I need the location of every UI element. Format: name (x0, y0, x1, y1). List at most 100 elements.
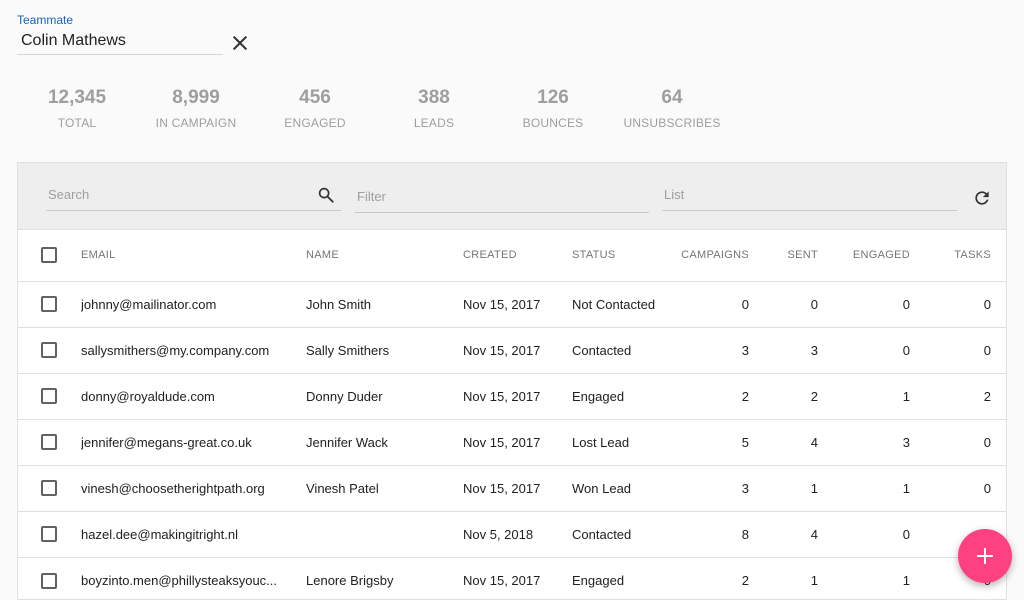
cell-sent: 0 (810, 296, 818, 312)
cell-tasks: 2 (983, 388, 991, 404)
cell-email: vinesh@choosetherightpath.org (81, 480, 265, 496)
col-status[interactable]: STATUS (572, 230, 672, 281)
cell-sent: 4 (810, 434, 818, 450)
col-name[interactable]: NAME (306, 230, 463, 281)
cell-campaigns: 3 (741, 480, 749, 496)
col-tasks[interactable]: TASKS (910, 230, 1006, 281)
table-row[interactable]: vinesh@choosetherightpath.org Vinesh Pat… (18, 465, 1006, 511)
cell-campaigns: 0 (741, 296, 749, 312)
table-row[interactable]: johnny@mailinator.com John Smith Nov 15,… (18, 281, 1006, 327)
stat-bounces: 126 BOUNCES (493, 86, 613, 130)
cell-status: Engaged (572, 388, 625, 404)
stat-label: UNSUBSCRIBES (623, 116, 721, 130)
cell-created: Nov 15, 2017 (463, 342, 541, 358)
row-checkbox[interactable] (41, 434, 57, 451)
select-all-checkbox[interactable] (41, 247, 57, 264)
table-row[interactable]: jennifer@megans-great.co.uk Jennifer Wac… (18, 419, 1006, 465)
cell-engaged: 3 (902, 434, 910, 450)
cell-campaigns: 8 (741, 526, 749, 542)
cell-engaged: 1 (902, 572, 910, 588)
search-icon[interactable] (317, 186, 335, 204)
stat-label: ENGAGED (284, 116, 346, 130)
cell-created: Nov 15, 2017 (463, 572, 541, 588)
cell-engaged: 0 (902, 296, 910, 312)
stat-label: IN CAMPAIGN (155, 116, 237, 130)
list-placeholder: List (664, 187, 685, 202)
cell-engaged: 1 (902, 388, 910, 404)
cell-created: Nov 15, 2017 (463, 480, 541, 496)
cell-status: Won Lead (572, 480, 632, 496)
cell-email: donny@royaldude.com (81, 388, 215, 404)
cell-created: Nov 15, 2017 (463, 296, 541, 312)
teammate-label: Teammate (17, 13, 74, 27)
cell-campaigns: 2 (741, 572, 749, 588)
stat-leads: 388 LEADS (374, 86, 494, 130)
row-checkbox[interactable] (41, 526, 57, 543)
col-campaigns[interactable]: CAMPAIGNS (672, 230, 749, 281)
cell-status: Contacted (572, 526, 632, 542)
filter-input[interactable]: Filter (355, 187, 649, 213)
stat-total: 12,345 TOTAL (17, 86, 137, 130)
list-select[interactable]: List (662, 185, 957, 211)
row-checkbox[interactable] (41, 480, 57, 497)
cell-campaigns: 5 (741, 434, 749, 450)
stat-value: 456 (299, 87, 331, 108)
table-row[interactable]: hazel.dee@makingitright.nl Nov 5, 2018 C… (18, 511, 1006, 557)
stat-engaged: 456 ENGAGED (255, 86, 375, 130)
close-icon[interactable] (231, 34, 249, 52)
col-sent[interactable]: SENT (749, 230, 818, 281)
stat-value: 388 (418, 87, 450, 108)
cell-name: John Smith (306, 296, 372, 312)
cell-tasks: 0 (983, 434, 991, 450)
cell-email: sallysmithers@my.company.com (81, 342, 270, 358)
table-header-row: EMAIL NAME CREATED STATUS CAMPAIGNS SENT… (18, 230, 1006, 281)
stat-label: TOTAL (57, 116, 97, 130)
stats-bar: 12,345 TOTAL 8,999 IN CAMPAIGN 456 ENGAG… (17, 86, 777, 136)
refresh-icon[interactable] (972, 188, 992, 208)
cell-email: jennifer@megans-great.co.uk (81, 434, 252, 450)
cell-name: Sally Smithers (306, 342, 390, 358)
cell-status: Not Contacted (572, 296, 656, 312)
cell-name (306, 511, 463, 557)
cell-name: Vinesh Patel (306, 480, 379, 496)
cell-tasks: 0 (983, 342, 991, 358)
row-checkbox[interactable] (41, 342, 57, 359)
stat-label: LEADS (413, 116, 455, 130)
filter-placeholder: Filter (357, 189, 386, 204)
cell-campaigns: 3 (741, 342, 749, 358)
cell-created: Nov 15, 2017 (463, 388, 541, 404)
toolbar: Search Filter List (18, 163, 1006, 230)
cell-created: Nov 5, 2018 (463, 526, 534, 542)
stat-unsubscribes: 64 UNSUBSCRIBES (612, 86, 732, 130)
cell-created: Nov 15, 2017 (463, 434, 541, 450)
table-row[interactable]: boyzinto.men@phillysteaksyouc... Lenore … (18, 557, 1006, 599)
cell-email: johnny@mailinator.com (81, 296, 217, 312)
add-contact-button[interactable] (958, 529, 1012, 583)
teammate-field: Teammate Colin Mathews (17, 13, 249, 55)
search-input[interactable]: Search (46, 185, 341, 211)
cell-email: boyzinto.men@phillysteaksyouc... (81, 572, 278, 588)
row-checkbox[interactable] (41, 296, 57, 313)
table-row[interactable]: donny@royaldude.com Donny Duder Nov 15, … (18, 373, 1006, 419)
stat-label: BOUNCES (522, 116, 584, 130)
cell-sent: 2 (810, 388, 818, 404)
cell-tasks: 0 (983, 480, 991, 496)
cell-tasks: 0 (983, 296, 991, 312)
table-row[interactable]: sallysmithers@my.company.com Sally Smith… (18, 327, 1006, 373)
cell-campaigns: 2 (741, 388, 749, 404)
col-engaged[interactable]: ENGAGED (818, 230, 910, 281)
cell-status: Lost Lead (572, 434, 630, 450)
cell-sent: 1 (810, 572, 818, 588)
contacts-table: EMAIL NAME CREATED STATUS CAMPAIGNS SENT… (18, 230, 1006, 599)
contacts-panel: Search Filter List EMAIL NAME CREATED ST… (17, 162, 1007, 600)
search-placeholder: Search (48, 187, 90, 202)
col-email[interactable]: EMAIL (81, 230, 306, 281)
cell-engaged: 0 (902, 342, 910, 358)
col-created[interactable]: CREATED (463, 230, 572, 281)
row-checkbox[interactable] (41, 388, 57, 405)
teammate-input[interactable]: Colin Mathews (17, 31, 224, 55)
cell-name: Lenore Brigsby (306, 572, 394, 588)
row-checkbox[interactable] (41, 572, 57, 589)
stat-value: 126 (537, 87, 569, 108)
cell-status: Contacted (572, 342, 632, 358)
